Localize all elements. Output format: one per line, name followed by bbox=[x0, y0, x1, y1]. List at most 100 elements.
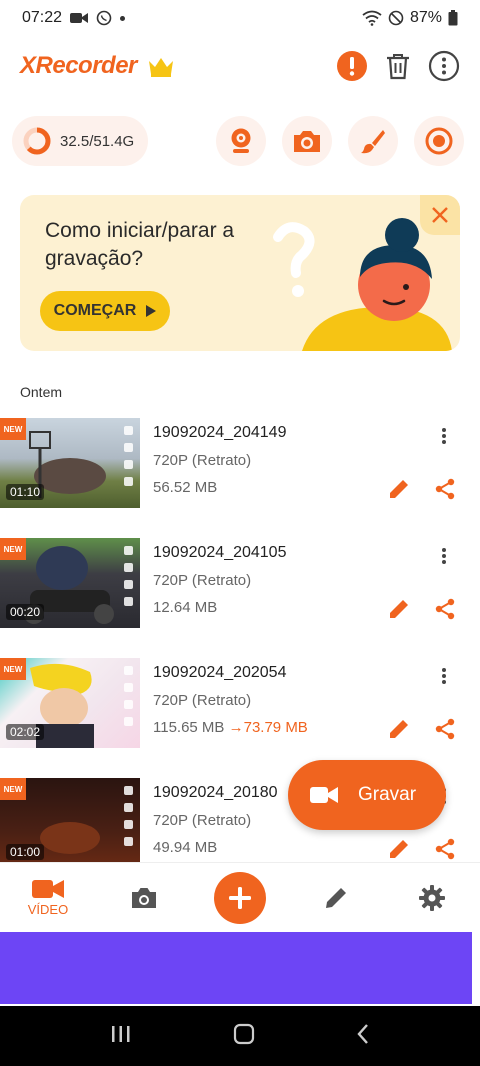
back-icon bbox=[357, 1023, 368, 1044]
storage-usage-text: 32.5/51.4G bbox=[60, 132, 135, 150]
home-icon bbox=[233, 1023, 255, 1044]
video-thumbnail[interactable]: NEW 02:02 bbox=[0, 658, 140, 748]
more-vertical-icon bbox=[442, 428, 446, 444]
wifi-icon bbox=[362, 10, 382, 26]
more-vertical-icon bbox=[442, 548, 446, 564]
ad-banner[interactable] bbox=[0, 932, 472, 1004]
tab-screenshots[interactable] bbox=[96, 886, 192, 910]
start-tutorial-label: COMEÇAR bbox=[53, 302, 137, 319]
status-time: 07:22 bbox=[22, 9, 63, 26]
premium-crown-icon[interactable] bbox=[147, 55, 175, 77]
new-badge: NEW bbox=[0, 778, 26, 800]
video-duration: 02:02 bbox=[6, 724, 45, 740]
facecam-button[interactable] bbox=[216, 116, 266, 166]
app-logo: XRecorder bbox=[20, 52, 137, 79]
close-icon bbox=[432, 207, 448, 223]
camera-icon bbox=[294, 131, 320, 152]
video-size: 115.65 MB →73.79 MB bbox=[153, 719, 308, 736]
thumbnail-side-icons bbox=[124, 546, 134, 606]
brush-icon bbox=[361, 130, 385, 154]
brush-button[interactable] bbox=[348, 116, 398, 166]
video-edit-button[interactable] bbox=[386, 476, 412, 502]
alert-icon bbox=[337, 51, 367, 81]
video-share-button[interactable] bbox=[432, 476, 458, 502]
video-more-button[interactable] bbox=[432, 544, 456, 568]
banner-close-button[interactable] bbox=[420, 195, 460, 235]
alert-button[interactable] bbox=[336, 50, 368, 82]
system-nav-bar bbox=[0, 1006, 480, 1066]
start-tutorial-button[interactable]: COMEÇAR bbox=[40, 291, 170, 331]
thumbnail-side-icons bbox=[124, 786, 134, 846]
record-quick-button[interactable] bbox=[414, 116, 464, 166]
recent-apps-button[interactable] bbox=[110, 1024, 132, 1049]
video-name: 19092024_202054 bbox=[153, 664, 287, 681]
video-resolution: 720P (Retrato) bbox=[153, 452, 252, 469]
notification-dot-icon bbox=[120, 15, 126, 21]
more-options-button[interactable] bbox=[428, 50, 460, 82]
video-thumbnail[interactable]: NEW 01:10 bbox=[0, 418, 140, 508]
share-icon bbox=[435, 838, 455, 860]
video-item[interactable]: NEW 00:20 19092024_204105 720P (Retrato)… bbox=[0, 538, 480, 658]
video-size: 56.52 MB bbox=[153, 479, 218, 496]
share-icon bbox=[435, 478, 455, 500]
screenshot-button[interactable] bbox=[282, 116, 332, 166]
video-share-button[interactable] bbox=[432, 836, 458, 862]
do-not-disturb-icon bbox=[388, 10, 404, 26]
video-size: 49.94 MB bbox=[153, 839, 218, 856]
more-vertical-icon bbox=[428, 50, 460, 82]
app-header: XRecorder bbox=[0, 40, 480, 92]
date-section-label: Ontem bbox=[20, 384, 63, 400]
record-label: Gravar bbox=[358, 784, 417, 805]
back-button[interactable] bbox=[356, 1023, 370, 1050]
compressed-size: 73.79 MB bbox=[243, 719, 308, 736]
more-vertical-icon bbox=[442, 668, 446, 684]
play-arrow-icon bbox=[146, 305, 157, 317]
share-icon bbox=[435, 598, 455, 620]
trash-icon bbox=[387, 54, 409, 80]
arrow-right-icon: → bbox=[224, 719, 244, 736]
video-edit-button[interactable] bbox=[386, 716, 412, 742]
video-edit-button[interactable] bbox=[386, 836, 412, 862]
tab-edit[interactable] bbox=[288, 886, 384, 910]
webcam-icon bbox=[231, 128, 251, 153]
create-button[interactable] bbox=[214, 871, 266, 924]
battery-icon bbox=[448, 10, 458, 26]
video-duration: 01:10 bbox=[6, 484, 45, 500]
video-thumbnail[interactable]: NEW 00:20 bbox=[0, 538, 140, 628]
video-camera-icon bbox=[32, 880, 64, 898]
record-icon bbox=[425, 127, 453, 155]
video-more-button[interactable] bbox=[432, 664, 456, 688]
camera-icon bbox=[132, 887, 156, 908]
video-duration: 00:20 bbox=[6, 604, 45, 620]
storage-indicator[interactable]: 32.5/51.4G bbox=[12, 116, 149, 166]
video-size: 12.64 MB bbox=[153, 599, 218, 616]
video-name: 19092024_204149 bbox=[153, 424, 287, 441]
thumbnail-side-icons bbox=[124, 426, 134, 486]
video-resolution: 720P (Retrato) bbox=[153, 692, 252, 709]
video-edit-button[interactable] bbox=[386, 596, 412, 622]
delete-button[interactable] bbox=[382, 50, 414, 82]
video-resolution: 720P (Retrato) bbox=[153, 572, 252, 589]
video-camera-icon bbox=[310, 787, 338, 803]
tab-video[interactable]: VÍDEO bbox=[0, 878, 96, 917]
record-button[interactable]: Gravar bbox=[288, 760, 446, 830]
pencil-icon bbox=[326, 887, 346, 908]
home-button[interactable] bbox=[233, 1023, 255, 1050]
video-more-button[interactable] bbox=[432, 424, 456, 448]
tab-settings[interactable] bbox=[384, 884, 480, 911]
video-thumbnail[interactable]: NEW 01:00 bbox=[0, 778, 140, 862]
share-icon bbox=[435, 718, 455, 740]
banner-illustration bbox=[273, 218, 452, 351]
gear-icon bbox=[419, 884, 445, 911]
tab-create[interactable] bbox=[192, 871, 288, 924]
pencil-icon bbox=[390, 840, 408, 858]
tutorial-banner[interactable]: Como iniciar/parar a gravação? COMEÇAR bbox=[20, 195, 460, 351]
bottom-nav: VÍDEO bbox=[0, 862, 480, 932]
video-share-button[interactable] bbox=[432, 716, 458, 742]
video-item[interactable]: NEW 01:10 19092024_204149 720P (Retrato)… bbox=[0, 418, 480, 538]
battery-percent: 87% bbox=[409, 9, 442, 26]
video-duration: 01:00 bbox=[6, 844, 45, 860]
video-share-button[interactable] bbox=[432, 596, 458, 622]
video-resolution: 720P (Retrato) bbox=[153, 812, 252, 829]
new-badge: NEW bbox=[0, 418, 26, 440]
